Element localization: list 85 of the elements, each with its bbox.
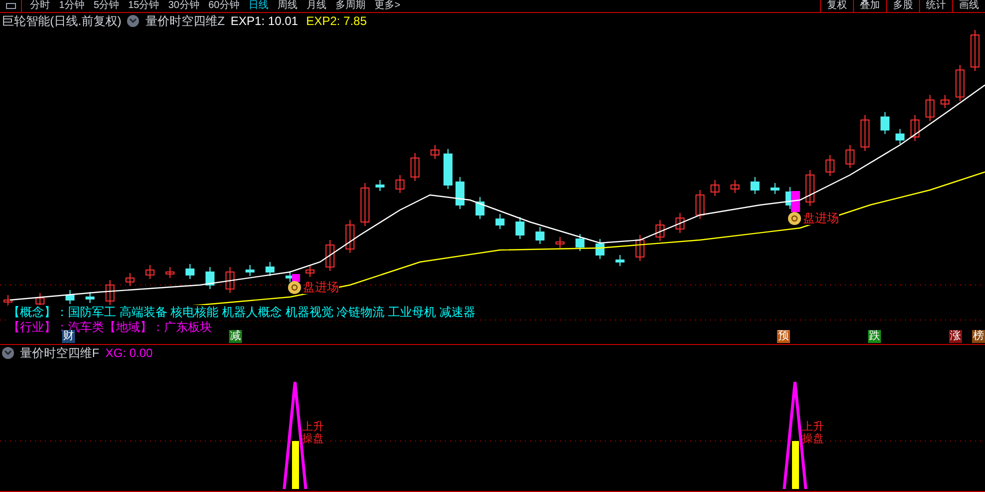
candle (226, 266, 234, 294)
candle (456, 176, 464, 210)
signal-label: 上升操盘 (802, 421, 825, 445)
candle (346, 220, 354, 254)
candle (306, 264, 314, 278)
candle (476, 196, 484, 220)
dropdown-icon[interactable] (2, 347, 14, 359)
toolbar-button[interactable]: 画线 (952, 0, 985, 12)
candle (696, 190, 704, 220)
indicator-value: EXP2: 7.85 (306, 13, 367, 30)
candle (246, 264, 254, 276)
candle (376, 180, 384, 192)
candle (860, 114, 870, 152)
candle (516, 216, 524, 240)
candle (636, 234, 644, 262)
candle (360, 182, 370, 226)
candle (126, 272, 134, 286)
candle (186, 264, 194, 280)
signal-bar (792, 441, 799, 489)
period-tab[interactable]: 多周期 (336, 0, 366, 12)
event-marker[interactable]: 跌 (868, 330, 881, 343)
candle (166, 266, 174, 278)
toolbar-button[interactable]: 复权 (820, 0, 853, 12)
candle (846, 144, 854, 168)
candle (556, 236, 564, 248)
candle (146, 264, 154, 280)
toolbar-button[interactable]: 叠加 (853, 0, 886, 12)
event-marker[interactable]: 榜 (972, 330, 985, 343)
period-tab[interactable]: 日线 (248, 0, 268, 12)
candle (576, 234, 584, 252)
indicator-name: 量价时空四维F (20, 345, 100, 362)
candle (410, 152, 420, 182)
dropdown-icon[interactable] (127, 15, 140, 27)
candle (106, 280, 114, 306)
candle (710, 180, 720, 196)
period-tab[interactable]: 60分钟 (208, 0, 240, 12)
candle (730, 180, 740, 194)
stock-title: 巨轮智能(日线.前复权) (2, 13, 122, 30)
candle (86, 292, 94, 304)
candle (396, 174, 404, 194)
event-marker[interactable]: 减 (229, 330, 242, 343)
candle (826, 154, 834, 176)
candle (676, 212, 684, 234)
indicator-name: 量价时空四维Z (145, 13, 225, 30)
candle (970, 30, 980, 72)
candle (326, 240, 334, 272)
candle (66, 290, 74, 304)
indicator-value: EXP1: 10.01 (230, 13, 298, 30)
signal-label: 盘进场 (303, 281, 339, 294)
candle (656, 220, 664, 242)
period-tab[interactable]: 30分钟 (168, 0, 200, 12)
candle (770, 182, 780, 194)
candle (4, 294, 12, 306)
candle (496, 214, 504, 230)
candle (926, 94, 934, 122)
candle (806, 170, 814, 206)
candle (750, 176, 760, 194)
candle (616, 254, 624, 266)
signal-label: 上升操盘 (302, 421, 325, 445)
period-tab[interactable]: 分时 (30, 0, 50, 12)
stock-info-text: 【概念】：国防军工 高端装备 核电核能 机器人概念 机器视觉 冷链物流 工业母机 减速器 (8, 305, 476, 320)
period-tab[interactable]: 月线 (306, 0, 326, 12)
candle (896, 128, 904, 144)
event-marker[interactable]: 预 (777, 330, 790, 343)
candle (444, 148, 452, 190)
period-tab[interactable]: 周线 (278, 0, 298, 12)
candle (880, 112, 890, 134)
signal-label: 盘进场 (803, 212, 839, 225)
candle (956, 64, 964, 102)
candle (536, 226, 544, 244)
period-tab[interactable]: 15分钟 (128, 0, 160, 12)
candle (940, 94, 950, 108)
signal-bar (292, 441, 299, 489)
toolbar-button[interactable]: 多股 (886, 0, 919, 12)
candle (206, 266, 214, 290)
period-tab[interactable]: 更多> (374, 0, 400, 12)
candle (430, 144, 440, 160)
candle (910, 114, 920, 142)
period-tab[interactable]: 5分钟 (94, 0, 120, 12)
candle (266, 262, 274, 276)
event-marker[interactable]: 涨 (949, 330, 962, 343)
indicator-value: XG: 0.00 (105, 345, 153, 362)
period-tab[interactable]: 1分钟 (59, 0, 85, 12)
candle (596, 238, 604, 260)
candle (791, 191, 800, 212)
